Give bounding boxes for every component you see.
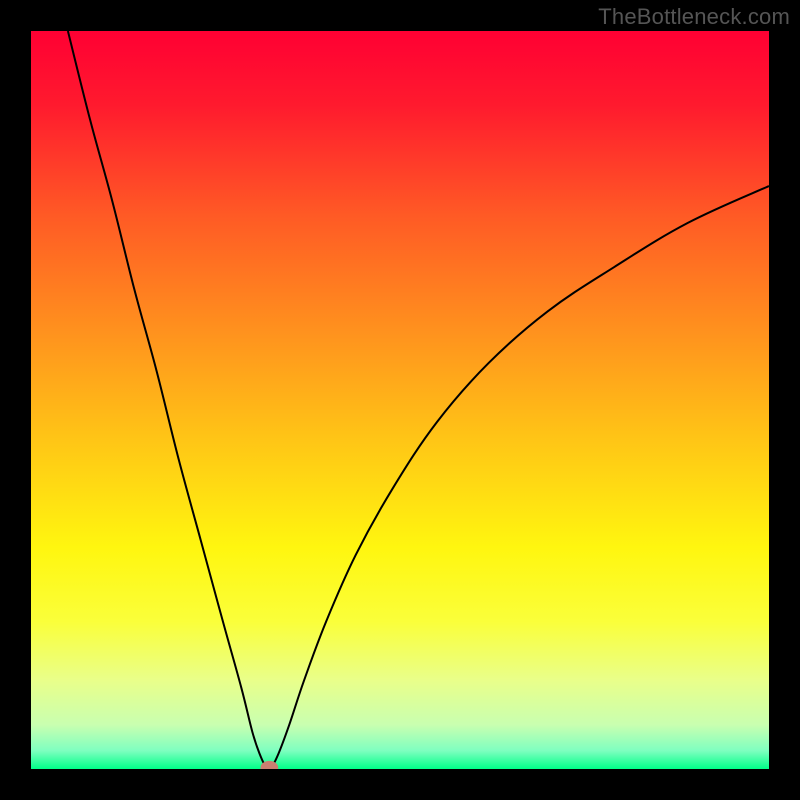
watermark-text: TheBottleneck.com bbox=[598, 4, 790, 30]
bottleneck-chart bbox=[31, 31, 769, 769]
gradient-background bbox=[31, 31, 769, 769]
plot-area bbox=[31, 31, 769, 769]
chart-frame: TheBottleneck.com bbox=[0, 0, 800, 800]
